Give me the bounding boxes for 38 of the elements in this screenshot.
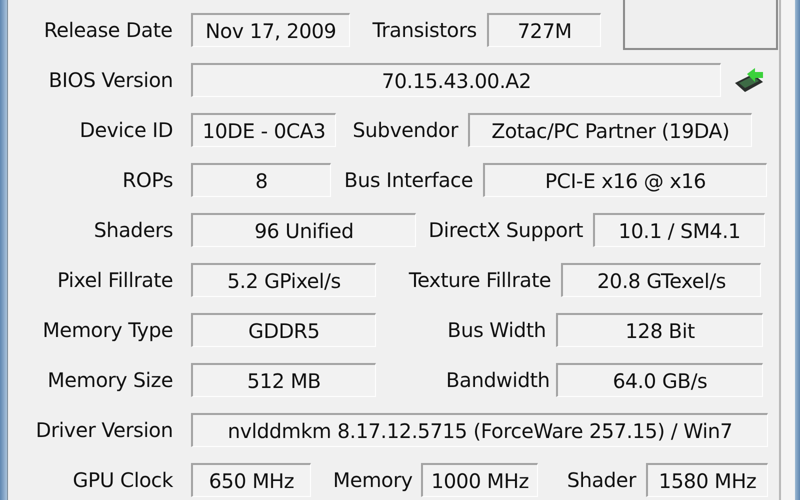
value-field: Nov 17, 2009 xyxy=(190,13,350,47)
value-field: 20.8 GTexel/s xyxy=(561,263,761,297)
field-label: Bus Width xyxy=(446,317,546,344)
value-field: 1000 MHz xyxy=(421,463,538,497)
value-field: 512 MB xyxy=(191,363,376,397)
value-field: 5.2 GPixel/s xyxy=(191,263,376,297)
field-label: Release Date xyxy=(42,17,173,44)
value-field: 727M xyxy=(486,13,602,47)
value-field: 70.15.43.00.A2 xyxy=(191,63,721,97)
value-field: 10DE - 0CA3 xyxy=(191,113,336,147)
value-field: 96 Unified xyxy=(191,213,416,247)
field-label: Texture Fillrate xyxy=(408,267,551,294)
field-label: Driver Version xyxy=(34,417,173,444)
field-label: Memory Size xyxy=(46,367,173,394)
field-label: Shader xyxy=(566,467,636,494)
field-label: Device ID xyxy=(78,117,173,144)
value-field: 64.0 GB/s xyxy=(556,363,763,397)
field-label: Subvendor xyxy=(352,117,458,144)
field-label: Shaders xyxy=(92,217,173,244)
field-label: ROPs xyxy=(121,167,173,194)
field-label: DirectX Support xyxy=(428,217,583,244)
value-field: 1580 MHz xyxy=(646,463,768,497)
field-label: Memory Type xyxy=(42,317,173,344)
value-field: 128 Bit xyxy=(556,313,763,347)
field-label: BIOS Version xyxy=(48,67,173,94)
field-label: Pixel Fillrate xyxy=(56,267,173,294)
value-field: PCI-E x16 @ x16 xyxy=(483,163,767,197)
field-label: Bandwidth xyxy=(446,367,546,394)
value-field: GDDR5 xyxy=(191,313,376,347)
field-label: Memory xyxy=(333,467,411,494)
value-field: 650 MHz xyxy=(191,463,311,497)
value-field: 8 xyxy=(191,163,331,197)
value-field: nvlddmkm 8.17.12.5715 (ForceWare 257.15) / Win7 xyxy=(191,413,768,447)
value-field: Zotac/PC Partner (19DA) xyxy=(468,113,752,147)
field-label: Transistors xyxy=(372,17,477,44)
field-label: GPU Clock xyxy=(72,467,173,494)
value-field: 10.1 / SM4.1 xyxy=(593,213,765,247)
field-label: Bus Interface xyxy=(343,167,473,194)
